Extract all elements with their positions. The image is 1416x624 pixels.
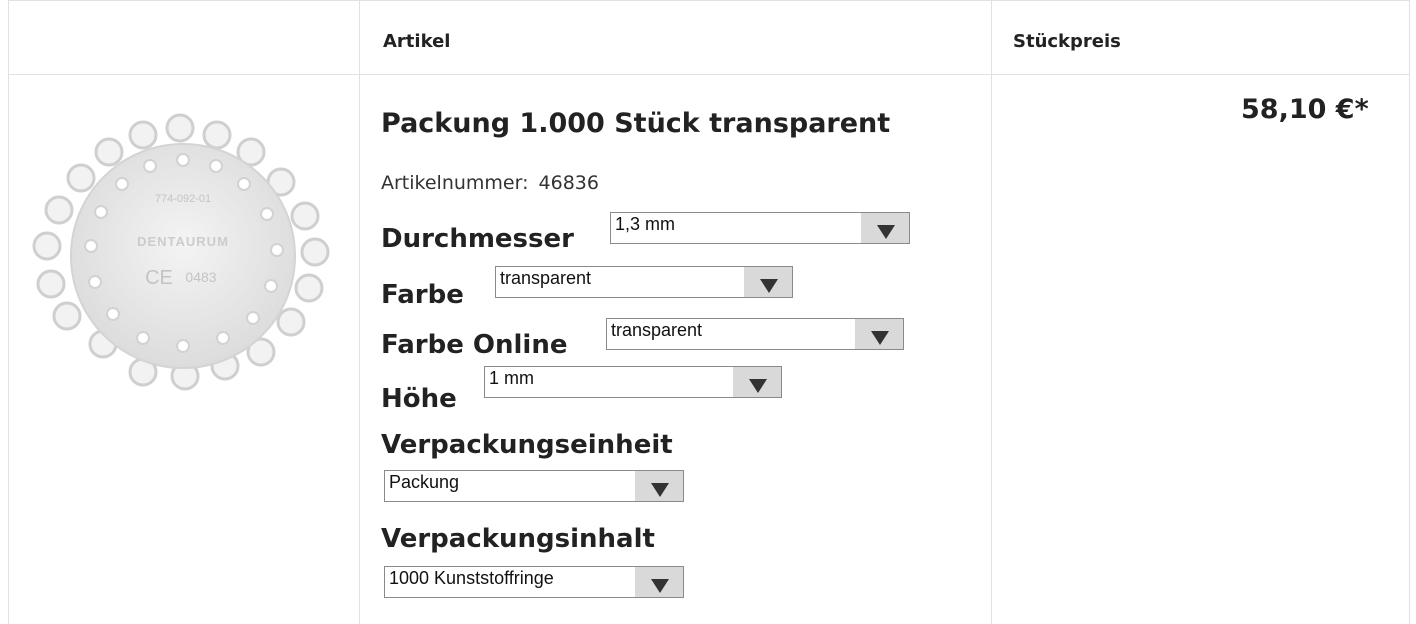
dropdown-button[interactable] xyxy=(744,267,792,297)
product-title[interactable]: Packung 1.000 Stück transparent xyxy=(381,108,890,139)
unit-price: 58,10 €* xyxy=(1241,94,1369,125)
select-hoehe-value: 1 mm xyxy=(489,368,534,388)
table-header-row: Artikel Stückpreis xyxy=(9,0,1409,75)
chevron-down-icon xyxy=(651,579,669,593)
option-label-hoehe: Höhe xyxy=(381,384,457,414)
column-header-price: Stückpreis xyxy=(1013,31,1121,52)
product-image[interactable]: 774-092-01 DENTAURUM 0483 CE xyxy=(25,100,335,410)
column-divider xyxy=(991,0,992,624)
select-verpackungseinheit-value: Packung xyxy=(389,472,460,492)
ce-mark-text: 0483 xyxy=(185,269,216,285)
option-label-farbe-online: Farbe Online xyxy=(381,330,568,360)
select-farbe-value: transparent xyxy=(500,268,592,288)
ce-mark-icon: CE xyxy=(145,267,173,289)
option-label-farbe: Farbe xyxy=(381,280,464,310)
dentaurum-logo-text: DENTAURUM xyxy=(137,234,229,249)
chevron-down-icon xyxy=(760,279,778,293)
part-number-text: 774-092-01 xyxy=(155,193,211,205)
dropdown-button[interactable] xyxy=(855,319,903,349)
select-verpackungsinhalt-value: 1000 Kunststoffringe xyxy=(389,568,554,588)
product-table: Artikel Stückpreis 774-092-01 DENTAURUM … xyxy=(8,0,1410,624)
dropdown-button[interactable] xyxy=(635,471,683,501)
dropdown-button[interactable] xyxy=(635,567,683,597)
select-verpackungseinheit[interactable]: Packung xyxy=(384,470,684,502)
article-number-label: Artikelnummer: xyxy=(381,172,529,194)
select-farbe-online[interactable]: transparent xyxy=(606,318,904,350)
dropdown-button[interactable] xyxy=(861,213,909,243)
option-label-durchmesser: Durchmesser xyxy=(381,224,574,254)
column-divider xyxy=(359,0,360,624)
disc-body xyxy=(70,143,296,369)
dropdown-button[interactable] xyxy=(733,367,781,397)
select-farbe[interactable]: transparent xyxy=(495,266,793,298)
select-durchmesser[interactable]: 1,3 mm xyxy=(610,212,910,244)
column-header-article: Artikel xyxy=(383,31,451,52)
chevron-down-icon xyxy=(651,483,669,497)
select-farbe-online-value: transparent xyxy=(611,320,703,340)
chevron-down-icon xyxy=(871,331,889,345)
select-durchmesser-value: 1,3 mm xyxy=(615,214,676,234)
select-hoehe[interactable]: 1 mm xyxy=(484,366,782,398)
article-number: Artikelnummer: 46836 xyxy=(381,172,599,194)
chevron-down-icon xyxy=(749,379,767,393)
option-label-verpackungsinhalt: Verpackungsinhalt xyxy=(381,524,655,554)
chevron-down-icon xyxy=(877,225,895,239)
article-number-value: 46836 xyxy=(538,172,599,194)
option-label-verpackungseinheit: Verpackungseinheit xyxy=(381,430,673,460)
select-verpackungsinhalt[interactable]: 1000 Kunststoffringe xyxy=(384,566,684,598)
